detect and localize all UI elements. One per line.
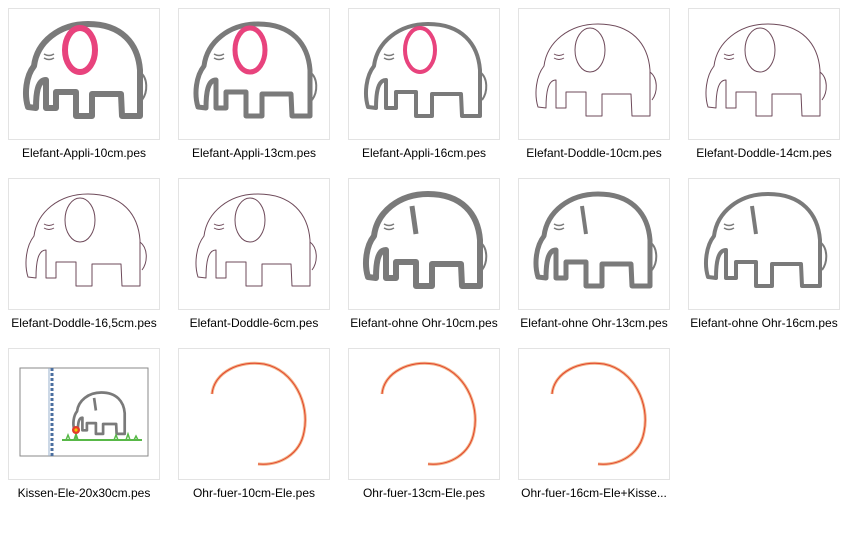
file-thumbnail[interactable] — [348, 348, 500, 480]
file-thumbnail[interactable] — [178, 348, 330, 480]
file-thumbnail[interactable] — [178, 178, 330, 310]
file-name[interactable]: Ohr-fuer-13cm-Ele.pes — [344, 485, 504, 501]
elephant-applique-thumbnail-icon — [364, 22, 488, 118]
file-name[interactable]: Elefant-ohne Ohr-16cm.pes — [684, 315, 844, 331]
file-item[interactable]: Elefant-Appli-16cm.pes — [344, 4, 504, 166]
elephant-doodle-thumbnail-icon — [705, 23, 827, 117]
file-name[interactable]: Elefant-Doddle-6cm.pes — [174, 315, 334, 331]
file-grid: Elefant-Appli-10cm.pes Elefant-Appli-13c… — [0, 0, 860, 540]
file-thumbnail[interactable] — [688, 8, 840, 140]
file-thumbnail[interactable] — [688, 178, 840, 310]
file-item[interactable]: Elefant-Appli-13cm.pes — [174, 4, 334, 166]
elephant-doodle-thumbnail-icon — [535, 23, 657, 117]
file-name[interactable]: Ohr-fuer-16cm-Ele+Kisse... — [514, 485, 674, 501]
ear-outline-thumbnail-icon — [210, 361, 307, 466]
elephant-no-ear-thumbnail-icon — [533, 191, 658, 289]
file-thumbnail[interactable] — [8, 178, 160, 310]
file-thumbnail[interactable] — [518, 178, 670, 310]
file-item[interactable]: Ohr-fuer-16cm-Ele+Kisse... — [514, 344, 674, 506]
file-name[interactable]: Elefant-Doddle-14cm.pes — [684, 145, 844, 161]
file-item[interactable]: Elefant-Appli-10cm.pes — [4, 4, 164, 166]
file-item[interactable]: Ohr-fuer-10cm-Ele.pes — [174, 344, 334, 506]
file-thumbnail[interactable] — [178, 8, 330, 140]
file-thumbnail[interactable] — [348, 178, 500, 310]
file-thumbnail[interactable] — [8, 8, 160, 140]
file-item[interactable]: Ohr-fuer-13cm-Ele.pes — [344, 344, 504, 506]
file-thumbnail[interactable] — [8, 348, 160, 480]
file-name[interactable]: Elefant-Doddle-10cm.pes — [514, 145, 674, 161]
file-thumbnail[interactable] — [518, 8, 670, 140]
ear-outline-thumbnail-icon — [550, 361, 647, 466]
file-name[interactable]: Kissen-Ele-20x30cm.pes — [4, 485, 164, 501]
elephant-applique-thumbnail-icon — [193, 21, 318, 119]
file-item[interactable]: Elefant-ohne Ohr-16cm.pes — [684, 174, 844, 336]
file-item[interactable]: Elefant-Doddle-10cm.pes — [514, 4, 674, 166]
file-item[interactable]: Elefant-Doddle-6cm.pes — [174, 174, 334, 336]
file-item[interactable]: Elefant-Doddle-14cm.pes — [684, 4, 844, 166]
file-name[interactable]: Elefant-Appli-13cm.pes — [174, 145, 334, 161]
file-name[interactable]: Ohr-fuer-10cm-Ele.pes — [174, 485, 334, 501]
file-name[interactable]: Elefant-ohne Ohr-13cm.pes — [514, 315, 674, 331]
elephant-doodle-thumbnail-icon — [195, 193, 317, 287]
file-name[interactable]: Elefant-ohne Ohr-10cm.pes — [344, 315, 504, 331]
elephant-doodle-thumbnail-icon — [25, 193, 147, 287]
elephant-applique-thumbnail-icon — [23, 21, 148, 119]
file-item[interactable]: Elefant-ohne Ohr-10cm.pes — [344, 174, 504, 336]
file-item[interactable]: Elefant-ohne Ohr-13cm.pes — [514, 174, 674, 336]
elephant-no-ear-thumbnail-icon — [363, 191, 488, 289]
ear-outline-thumbnail-icon — [380, 361, 477, 466]
file-thumbnail[interactable] — [518, 348, 670, 480]
file-item[interactable]: Kissen-Ele-20x30cm.pes — [4, 344, 164, 506]
file-item[interactable]: Elefant-Doddle-16,5cm.pes — [4, 174, 164, 336]
pillow-elephant-thumbnail-icon — [19, 367, 149, 457]
file-name[interactable]: Elefant-Appli-10cm.pes — [4, 145, 164, 161]
file-name[interactable]: Elefant-Appli-16cm.pes — [344, 145, 504, 161]
file-thumbnail[interactable] — [348, 8, 500, 140]
elephant-no-ear-thumbnail-icon — [704, 192, 828, 288]
file-name[interactable]: Elefant-Doddle-16,5cm.pes — [4, 315, 164, 331]
